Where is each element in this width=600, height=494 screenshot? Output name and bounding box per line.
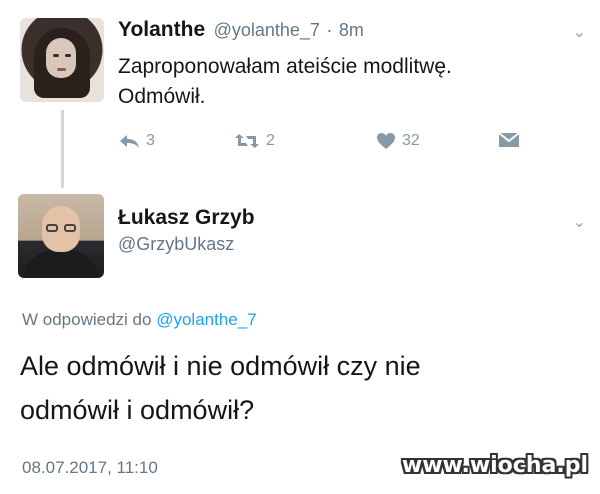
time-ago[interactable]: 8m bbox=[339, 20, 364, 40]
avatar[interactable] bbox=[18, 194, 104, 278]
tweet-header: Yolanthe @yolanthe_7 · 8m bbox=[118, 18, 364, 42]
reply-tweet[interactable]: Łukasz Grzyb @GrzybUkasz ⌄ W odpowiedzi … bbox=[0, 190, 600, 494]
retweet-icon bbox=[235, 134, 259, 148]
dm-icon bbox=[498, 132, 520, 147]
tweet-text: Zaproponowałam ateiście modlitwę. Odmówi… bbox=[118, 52, 452, 112]
author-handle[interactable]: @GrzybUkasz bbox=[118, 234, 255, 255]
tweet-text-line2: Odmówił. bbox=[118, 85, 206, 108]
replying-prefix: W odpowiedzi do bbox=[22, 310, 152, 329]
retweet-count: 2 bbox=[266, 132, 275, 149]
thread-line bbox=[61, 110, 64, 188]
avatar[interactable] bbox=[20, 18, 104, 102]
chevron-down-icon[interactable]: ⌄ bbox=[573, 22, 586, 42]
reply-text-line2: odmówił i odmówił? bbox=[20, 395, 255, 425]
like-icon bbox=[377, 133, 395, 149]
mention-link[interactable]: @yolanthe_7 bbox=[156, 310, 256, 329]
author-name[interactable]: Łukasz Grzyb bbox=[118, 206, 255, 230]
action-bar: 3 2 32 bbox=[118, 132, 538, 156]
like-action[interactable]: 32 bbox=[376, 132, 420, 150]
replying-to: W odpowiedzi do @yolanthe_7 bbox=[22, 310, 257, 330]
tweet-header: Łukasz Grzyb @GrzybUkasz bbox=[118, 206, 255, 255]
reply-action[interactable]: 3 bbox=[118, 132, 155, 150]
author-name[interactable]: Yolanthe bbox=[118, 18, 205, 41]
reply-icon bbox=[120, 135, 139, 148]
separator: · bbox=[326, 20, 333, 40]
reply-text: Ale odmówił i nie odmówił czy nie odmówi… bbox=[20, 344, 540, 432]
chevron-down-icon[interactable]: ⌄ bbox=[573, 212, 586, 232]
retweet-action[interactable]: 2 bbox=[234, 132, 275, 150]
reply-text-line1: Ale odmówił i nie odmówił czy nie bbox=[20, 351, 421, 381]
author-handle[interactable]: @yolanthe_7 bbox=[214, 20, 320, 40]
timestamp[interactable]: 08.07.2017, 11:10 bbox=[22, 458, 158, 478]
watermark: www.wiocha.pl bbox=[401, 453, 588, 478]
tweet-text-line1: Zaproponowałam ateiście modlitwę. bbox=[118, 55, 452, 78]
dm-action[interactable] bbox=[498, 132, 520, 148]
like-count: 32 bbox=[402, 132, 420, 149]
original-tweet[interactable]: Yolanthe @yolanthe_7 · 8m ⌄ Zaproponował… bbox=[0, 0, 600, 190]
reply-count: 3 bbox=[146, 132, 155, 149]
